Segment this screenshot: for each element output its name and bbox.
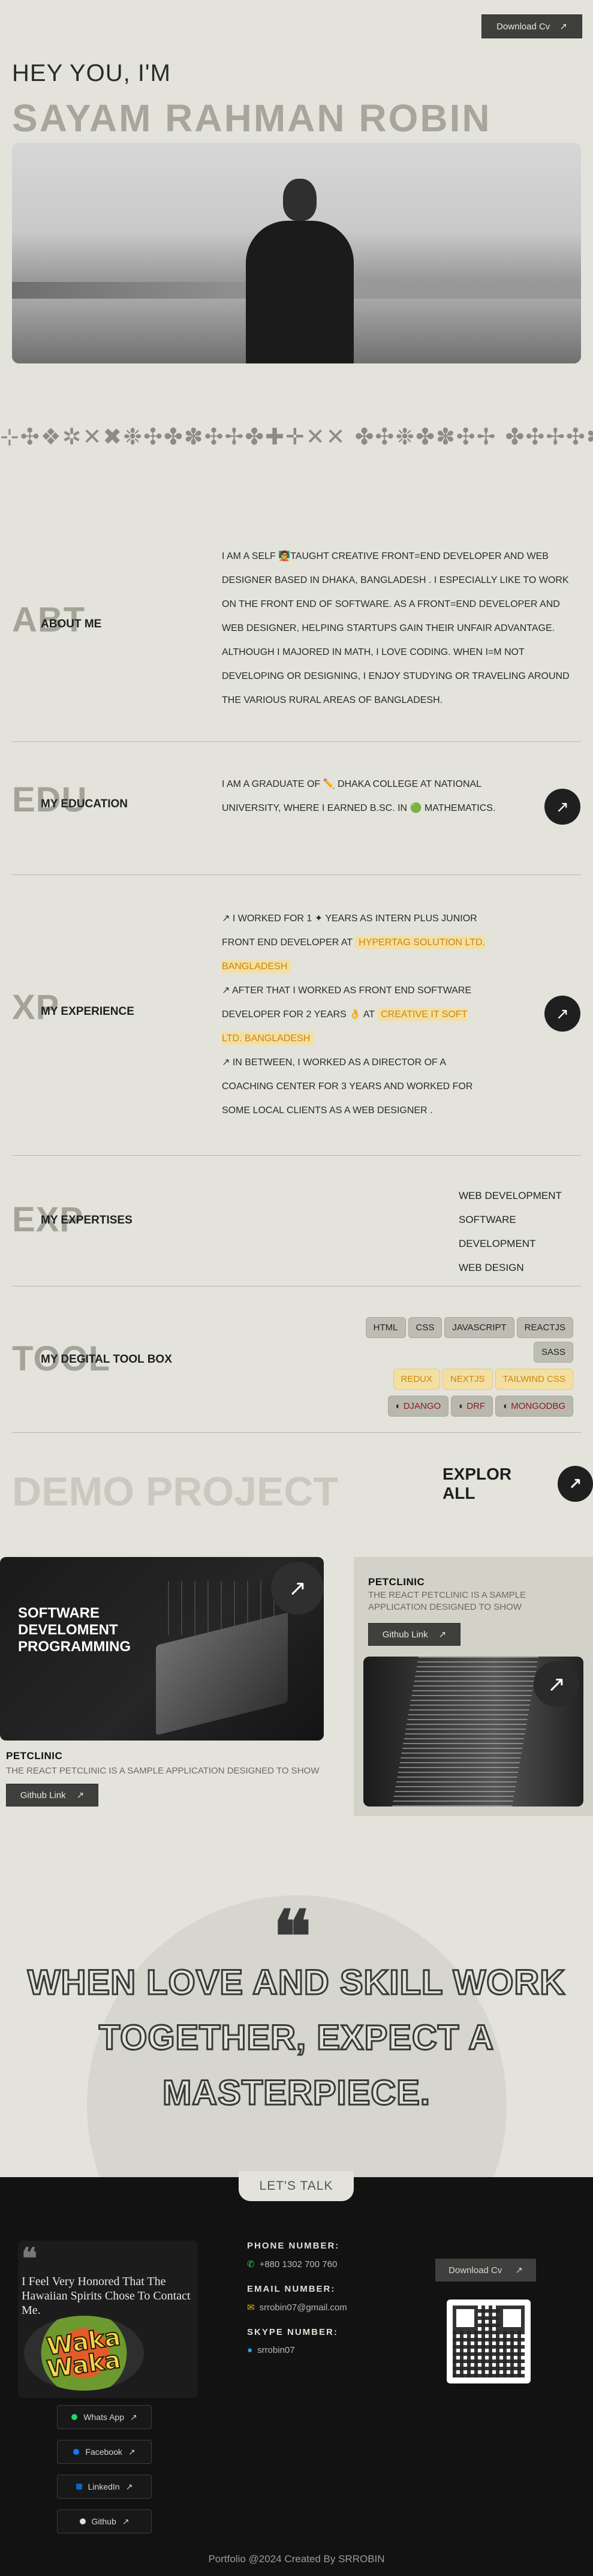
expertise-item: WEB DEVELOPMENT bbox=[459, 1190, 562, 1201]
person-figure bbox=[240, 179, 360, 363]
project-1-arrow-button[interactable]: ↗ bbox=[271, 1562, 324, 1615]
experience-label: MY EXPERIENCE bbox=[41, 1005, 134, 1018]
github-link-label: Github Link bbox=[20, 1790, 66, 1801]
explore-all-label: EXPLOR ALL bbox=[443, 1465, 512, 1502]
arrow-icon: ↗ bbox=[556, 1004, 569, 1023]
arrow-icon: ↗ bbox=[122, 2516, 130, 2526]
project-2-arrow-button[interactable]: ↗ bbox=[534, 1661, 579, 1707]
github-link-label: Github Link bbox=[382, 1629, 428, 1640]
waka-waka-logo: Waka Waka bbox=[24, 2316, 144, 2391]
hero-name: SAYAM RAHMAN ROBIN bbox=[12, 97, 492, 140]
symbol-strip: ⊹✣❖✲✕✖❉✣✤✽✣✢✤✚✛✕✕ ✤✣❉✤✽✣✢ ✤✣✢✣✽✛✚✕✤✢✧✻ bbox=[0, 423, 593, 450]
education-arrow-button[interactable]: ↗ bbox=[544, 789, 580, 825]
mongodb-icon: ◐ bbox=[503, 1401, 509, 1411]
arrow-icon: ↗ bbox=[559, 22, 567, 32]
arrow-icon: ↗ bbox=[438, 1630, 447, 1640]
divider bbox=[12, 1286, 581, 1287]
toolbox-label: MY DEGITAL TOOL BOX bbox=[41, 1353, 172, 1366]
experience-line-3: ↗ IN BETWEEN, I WORKED AS A DIRECTOR OF … bbox=[222, 1057, 473, 1116]
qr-code bbox=[447, 2300, 531, 2383]
phone-value[interactable]: ✆ +880 1302 700 760 bbox=[247, 2259, 337, 2270]
arrow-icon: ↗ bbox=[547, 1672, 566, 1696]
email-icon: ✉ bbox=[247, 2303, 255, 2313]
linkedin-icon bbox=[76, 2484, 82, 2490]
portfolio-page: Download Cv ↗ HEY YOU, I'M SAYAM RAHMAN … bbox=[0, 0, 593, 2576]
project-2-title: PETCLINIC bbox=[368, 1576, 425, 1588]
project-2-desc: THE REACT PETCLINIC IS A SAMPLE APPLICAT… bbox=[368, 1590, 526, 1612]
tool-django: ◐ DJANGO bbox=[387, 1396, 449, 1417]
testimonial-text: I Feel Very Honored That The Hawaiian Sp… bbox=[22, 2275, 191, 2317]
tool-reactjs: REACTJS bbox=[516, 1317, 573, 1338]
social-facebook-button[interactable]: Facebook ↗ bbox=[57, 2440, 152, 2464]
tool-css: CSS bbox=[408, 1317, 443, 1338]
project-1-desc: THE REACT PETCLINIC IS A SAMPLE APPLICAT… bbox=[6, 1766, 320, 1776]
github-icon bbox=[79, 2518, 86, 2524]
phone-heading: PHONE NUMBER: bbox=[247, 2241, 340, 2251]
education-label: MY EDUCATION bbox=[41, 798, 128, 810]
project-2-github-button[interactable]: Github Link ↗ bbox=[368, 1623, 460, 1646]
explore-all-link[interactable]: EXPLOR ALL ↗ bbox=[443, 1465, 593, 1503]
divider bbox=[12, 1155, 581, 1156]
lets-talk-tab: LET'S TALK bbox=[239, 2171, 354, 2201]
greeting: HEY YOU, I'M bbox=[12, 60, 171, 86]
divider bbox=[12, 1432, 581, 1433]
tool-tailwind: TAILWIND CSS bbox=[495, 1369, 573, 1390]
drf-icon: ◐ bbox=[459, 1401, 465, 1411]
tool-list: HTML CSS JAVASCRIPT REACTJS SASS REDUX NEXTJS… bbox=[324, 1317, 576, 1420]
skype-value[interactable]: ● srrobin07 bbox=[247, 2345, 295, 2355]
about-label: ABOUT ME bbox=[41, 618, 102, 630]
hero-photo bbox=[12, 143, 581, 363]
download-cv-button[interactable]: Download Cv ↗ bbox=[481, 14, 582, 38]
experience-text: ↗ I WORKED FOR 1 ✦ YEARS AS INTERN PLUS … bbox=[222, 907, 486, 1123]
arrow-icon: ↗ bbox=[288, 1576, 307, 1600]
tool-sass: SASS bbox=[533, 1342, 573, 1363]
arrow-icon: ↗ bbox=[128, 2446, 136, 2457]
arrow-icon: ↗ bbox=[557, 1466, 593, 1502]
project-1-title: PETCLINIC bbox=[6, 1750, 63, 1762]
divider bbox=[12, 741, 581, 742]
skype-icon: ● bbox=[247, 2345, 253, 2355]
experience-arrow-button[interactable]: ↗ bbox=[544, 996, 580, 1032]
tool-drf: ◐ DRF bbox=[451, 1396, 493, 1417]
tool-javascript: JAVASCRIPT bbox=[444, 1317, 514, 1338]
download-cv-label: Download Cv bbox=[496, 21, 550, 32]
about-text: I AM A SELF 🧑‍🏫TAUGHT CREATIVE FRONT=END… bbox=[222, 551, 570, 705]
education-text: I AM A GRADUATE OF ✏️ DHAKA COLLEGE AT N… bbox=[222, 779, 496, 813]
skype-heading: SKYPE NUMBER: bbox=[247, 2327, 338, 2337]
arrow-icon: ↗ bbox=[130, 2412, 137, 2422]
whatsapp-icon bbox=[71, 2414, 78, 2420]
facebook-icon bbox=[73, 2449, 80, 2455]
expertise-list: WEB DEVELOPMENT SOFTWARE DEVELOPMENT WEB… bbox=[459, 1184, 593, 1280]
testimonial-card: ❝ I Feel Very Honored That The Hawaiian … bbox=[18, 2241, 198, 2398]
tool-redux: REDUX bbox=[393, 1369, 441, 1390]
quote-icon: ❝ bbox=[22, 2242, 37, 2276]
expertise-label: MY EXPERTISES bbox=[41, 1214, 133, 1227]
django-icon: ◐ bbox=[395, 1401, 401, 1411]
email-heading: EMAIL NUMBER: bbox=[247, 2284, 336, 2294]
social-linkedin-button[interactable]: LinkedIn ↗ bbox=[57, 2475, 152, 2499]
footer-download-cv-button[interactable]: Download Cv ↗ bbox=[435, 2259, 536, 2282]
tool-html: HTML bbox=[365, 1317, 406, 1338]
demo-project-title: DEMO PROJECT bbox=[12, 1469, 339, 1514]
expertise-item: WEB DESIGN bbox=[459, 1262, 524, 1273]
email-value[interactable]: ✉ srrobin07@gmail.com bbox=[247, 2302, 347, 2313]
project-image-text: SOFTWARE DEVELOMENT PROGRAMMING bbox=[18, 1605, 131, 1655]
social-whatsapp-button[interactable]: Whats App ↗ bbox=[57, 2405, 152, 2429]
arrow-icon: ↗ bbox=[556, 797, 569, 816]
arrow-icon: ↗ bbox=[125, 2481, 133, 2491]
quote-text: WHEN LOVE AND SKILL WORK TOGETHER, EXPEC… bbox=[26, 1962, 566, 2114]
project-1-github-button[interactable]: Github Link ↗ bbox=[6, 1784, 98, 1806]
arrow-icon: ↗ bbox=[76, 1790, 85, 1801]
tool-mongodb: ◐ MONGODBG bbox=[495, 1396, 573, 1417]
phone-icon: ✆ bbox=[247, 2259, 255, 2270]
social-github-button[interactable]: Github ↗ bbox=[57, 2509, 152, 2533]
divider bbox=[12, 874, 581, 875]
copyright-text: Portfolio @2024 Created By SRROBIN bbox=[208, 2553, 385, 2565]
arrow-icon: ↗ bbox=[515, 2265, 523, 2276]
tool-nextjs: NEXTJS bbox=[443, 1369, 493, 1390]
expertise-item: SOFTWARE DEVELOPMENT bbox=[459, 1214, 536, 1249]
